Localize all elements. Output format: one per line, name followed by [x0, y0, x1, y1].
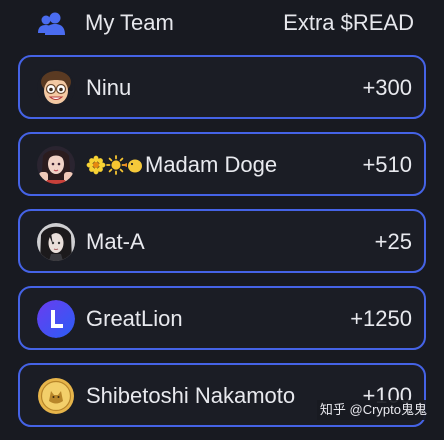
- extra-read-label: Extra $READ: [283, 10, 414, 35]
- team-member-row[interactable]: Ninu +300: [18, 55, 426, 119]
- purple-l-avatar: [37, 300, 75, 338]
- gold-coin-avatar: [37, 377, 75, 415]
- member-name: Mat-A: [86, 229, 145, 254]
- member-points: +510: [362, 152, 412, 177]
- team-member-row[interactable]: GreatLion +1250: [18, 286, 426, 350]
- memoji-avatar: [37, 69, 75, 107]
- page-title: My Team: [85, 10, 174, 35]
- member-points: +25: [374, 229, 412, 254]
- team-member-list: Ninu +300 Madam Doge +510 Mat-A +25 Grea…: [18, 55, 426, 440]
- anime-girl-avatar: [37, 146, 75, 184]
- member-name: GreatLion: [86, 306, 183, 331]
- member-name: Madam Doge: [86, 152, 277, 181]
- team-header: My Team Extra $READ: [0, 0, 444, 46]
- watermark: 知乎 @Crypto鬼鬼: [316, 400, 430, 420]
- member-points: +1250: [350, 306, 412, 331]
- member-name: Ninu: [86, 75, 132, 100]
- member-name-text: Madam Doge: [145, 152, 278, 177]
- member-points: +300: [362, 75, 412, 100]
- team-member-row[interactable]: Madam Doge +510: [18, 132, 426, 196]
- team-member-row[interactable]: Mat-A +25: [18, 209, 426, 273]
- dark-hair-avatar: [37, 223, 75, 261]
- emoji-prefix: [86, 155, 144, 181]
- member-name: Shibetoshi Nakamoto: [86, 383, 296, 408]
- team-icon: [38, 12, 65, 35]
